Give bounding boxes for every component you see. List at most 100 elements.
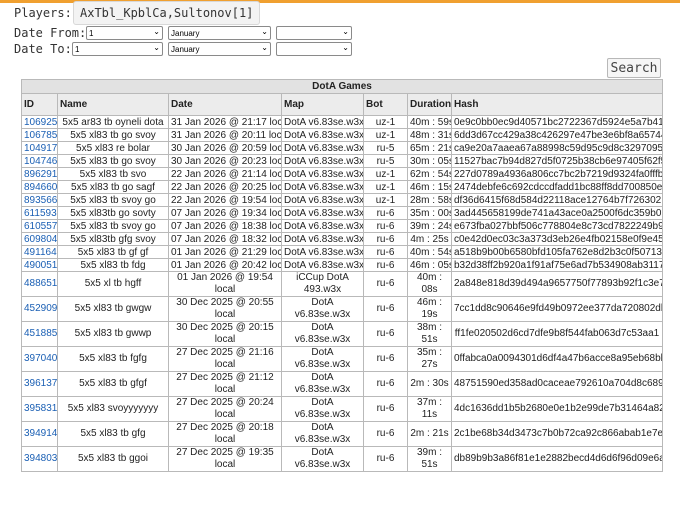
game-name-cell: 5x5 xl83 tb gf gf — [57, 245, 169, 259]
game-id-link[interactable]: 1049178 — [24, 143, 57, 154]
table-row: 394803 5x5 xl83 tb ggoi 27 Dec 2025 @ 19:3… — [21, 446, 664, 472]
game-id-link[interactable]: 610557 — [24, 221, 57, 232]
date-from-month-select[interactable]: January ⌄ — [168, 26, 271, 40]
game-duration-cell: 40m : 59s — [407, 115, 452, 129]
game-duration-cell: 65m : 21s — [407, 141, 452, 155]
date-from-day-select[interactable]: 1 ⌄ — [86, 26, 163, 40]
game-id-link[interactable]: 893566 — [24, 195, 57, 206]
game-hash-cell: a518b9b00b6580bfd105fa762e8d2b3c0f507134 — [450, 245, 664, 259]
game-hash-cell: 3ad445658199de741a43ace0a2500f6dc359b010 — [450, 206, 664, 220]
table-row: 451885 5x5 xl83 tb gwwp 30 Dec 2025 @ 20:1… — [21, 321, 664, 347]
game-date-cell: 22 Jan 2026 @ 19:54 local — [168, 193, 282, 207]
date-to-month-select[interactable]: January ⌄ — [168, 42, 271, 56]
game-id-link[interactable]: 1069254 — [24, 117, 57, 128]
game-id-link[interactable]: 488651 — [24, 278, 57, 289]
game-bot-cell: ru-6 — [363, 206, 408, 220]
game-duration-cell: 35m : 00s — [407, 206, 452, 220]
game-date-cell: 22 Jan 2026 @ 20:25 local — [168, 180, 282, 194]
game-name-cell: 5x5 xl83 tb go sagf — [57, 180, 169, 194]
game-duration-cell: 2m : 21s — [407, 421, 452, 447]
game-hash-cell: 0e9c0bb0ec9d40571bc2722367d5924e5a7b41a9 — [450, 115, 664, 129]
game-map-cell: DotA v6.83se.w3x — [281, 167, 364, 181]
game-duration-cell: 37m : 11s — [407, 396, 452, 422]
game-id-link[interactable]: 395831 — [24, 403, 57, 414]
game-map-cell: DotA v6.83se.w3x — [281, 193, 364, 207]
game-id-cell: 491164 — [21, 245, 58, 259]
game-date-cell: 30 Jan 2026 @ 20:59 local — [168, 141, 282, 155]
game-date-cell: 27 Dec 2025 @ 21:12 local — [168, 371, 282, 397]
game-id-link[interactable]: 394803 — [24, 453, 57, 464]
game-name-cell: 5x5 xl tb hgff — [57, 271, 169, 297]
table-row: 488651 5x5 xl tb hgff 01 Jan 2026 @ 19:54 … — [21, 271, 664, 297]
game-date-cell: 30 Jan 2026 @ 20:23 local — [168, 154, 282, 168]
game-id-link[interactable]: 452909 — [24, 303, 57, 314]
date-to-month-dropdown[interactable]: January — [168, 42, 271, 56]
game-map-cell: DotA v6.83se.w3x — [281, 245, 364, 259]
game-id-link[interactable]: 896291 — [24, 169, 57, 180]
search-button[interactable]: Search — [607, 58, 661, 78]
game-duration-cell: 48m : 31s — [407, 128, 452, 142]
game-map-cell: DotA v6.83se.w3x — [281, 396, 364, 422]
date-to-day-select[interactable]: 1 ⌄ — [72, 42, 163, 56]
game-date-cell: 31 Jan 2026 @ 21:17 local — [168, 115, 282, 129]
game-id-link[interactable]: 1047469 — [24, 156, 57, 167]
game-name-cell: 5x5 xl83 re bolar — [57, 141, 169, 155]
game-name-cell: 5x5 xl83 tb gfgf — [57, 371, 169, 397]
game-id-cell: 488651 — [21, 271, 58, 297]
game-bot-cell: ru-6 — [363, 321, 408, 347]
game-duration-cell: 39m : 51s — [407, 446, 452, 472]
players-field[interactable]: AxTbl_KpblCa,Sultonov[1] — [73, 1, 261, 25]
table-row: 609804 5x5 xl83tb gfg svoy 07 Jan 2026 @ 1… — [21, 232, 664, 246]
game-date-cell: 31 Jan 2026 @ 20:11 local — [168, 128, 282, 142]
table-row: 610557 5x5 xl83 tb svoy go 07 Jan 2026 @ 1… — [21, 219, 664, 233]
game-bot-cell: ru-6 — [363, 219, 408, 233]
game-id-cell: 1049178 — [21, 141, 58, 155]
game-hash-cell: 0ffabca0a0094301d6df4a47b6acce8a95eb68bb — [450, 346, 664, 372]
table-row: 10491785x5 xl83 re bolar30 Jan 2026 @ 20… — [21, 141, 664, 155]
game-id-link[interactable]: 611593 — [24, 208, 57, 219]
game-id-cell: 396137 — [21, 371, 58, 397]
game-id-link[interactable]: 490051 — [24, 260, 57, 271]
date-from-day-dropdown[interactable]: 1 — [86, 26, 163, 40]
game-bot-cell: ru-6 — [363, 396, 408, 422]
game-id-link[interactable]: 609804 — [24, 234, 57, 245]
game-hash-cell: 2c1be68b34d3473c7b0b72ca92c866abab1e7ee2 — [450, 421, 664, 447]
game-map-cell: DotA v6.83se.w3x — [281, 115, 364, 129]
game-bot-cell: uz-1 — [363, 180, 408, 194]
game-id-link[interactable]: 1067854 — [24, 130, 57, 141]
game-duration-cell: 46m : 05s — [407, 258, 452, 272]
date-from-label: Date From: — [14, 26, 87, 40]
table-row: 452909 5x5 xl83 tb gwgw 30 Dec 2025 @ 20:5… — [21, 296, 664, 322]
game-hash-cell: 2a848e818d39d494a9657750f77893b92f1c3e7b — [450, 271, 664, 297]
table-row: 896291 5x5 xl83 tb svo 22 Jan 2026 @ 21:14… — [21, 167, 664, 181]
date-to-year-select[interactable]: ⌄ — [276, 42, 352, 56]
game-id-link[interactable]: 394914 — [24, 428, 57, 439]
game-date-cell: 27 Dec 2025 @ 19:35 local — [168, 446, 282, 472]
game-bot-cell: ru-6 — [363, 346, 408, 372]
game-bot-cell: ru-6 — [363, 271, 408, 297]
game-duration-cell: 30m : 05s — [407, 154, 452, 168]
game-id-link[interactable]: 397040 — [24, 353, 57, 364]
date-to-year-dropdown[interactable] — [276, 42, 352, 56]
game-map-cell: DotA v6.83se.w3x — [281, 371, 364, 397]
date-from-month-dropdown[interactable]: January — [168, 26, 271, 40]
game-id-link[interactable]: 491164 — [24, 247, 57, 258]
game-id-link[interactable]: 396137 — [24, 378, 57, 389]
game-duration-cell: 39m : 24s — [407, 219, 452, 233]
game-id-link[interactable]: 451885 — [24, 328, 57, 339]
game-map-cell: DotA v6.83se.w3x — [281, 128, 364, 142]
date-to-day-dropdown[interactable]: 1 — [72, 42, 163, 56]
game-map-cell: DotA v6.83se.w3x — [281, 232, 364, 246]
game-map-cell: iCCup DotA 493.w3x — [281, 271, 364, 297]
game-name-cell: 5x5 xl83 tb gwgw — [57, 296, 169, 322]
game-date-cell: 01 Jan 2026 @ 19:54 local — [168, 271, 282, 297]
game-date-cell: 22 Jan 2026 @ 21:14 local — [168, 167, 282, 181]
game-name-cell: 5x5 xl83 tb fdg — [57, 258, 169, 272]
game-map-cell: DotA v6.83se.w3x — [281, 446, 364, 472]
date-from-year-select[interactable]: ⌄ — [276, 26, 352, 40]
game-hash-cell: 2474debfe6c692cdccdfadd1bc88ff8dd700850e — [450, 180, 664, 194]
game-id-cell: 893566 — [21, 193, 58, 207]
date-from-year-dropdown[interactable] — [276, 26, 352, 40]
game-id-link[interactable]: 894660 — [24, 182, 57, 193]
game-map-cell: DotA v6.83se.w3x — [281, 141, 364, 155]
